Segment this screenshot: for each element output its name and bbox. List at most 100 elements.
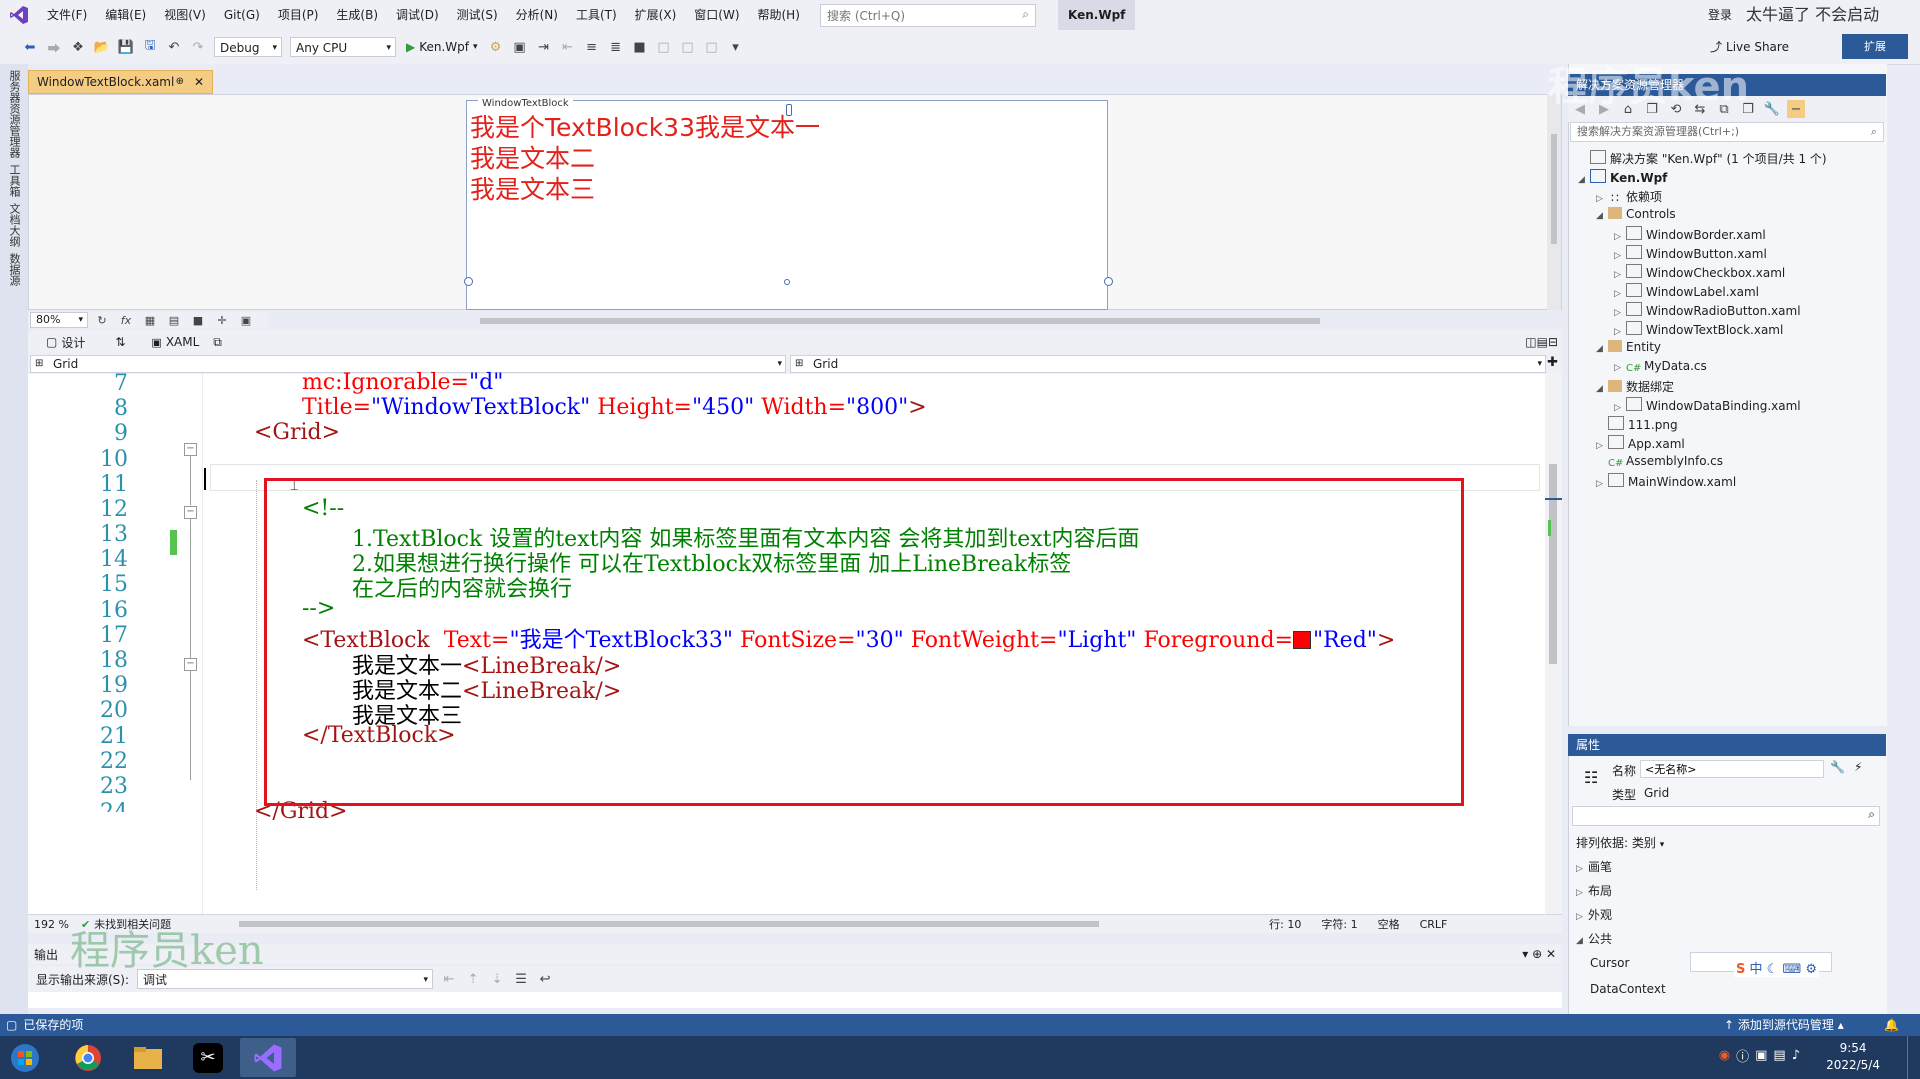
tab-data-sources[interactable]: 数据源 <box>6 253 22 286</box>
popout-icon[interactable]: ⧉ <box>213 335 222 350</box>
tree-item-project[interactable]: ◢ Ken.Wpf <box>1578 169 1667 185</box>
save-icon[interactable]: 💾 <box>117 38 135 56</box>
menu-view[interactable]: 视图(V) <box>155 0 215 30</box>
document-tab[interactable]: WindowTextBlock.xaml ⊕ ✕ <box>28 70 213 94</box>
tree-item-file[interactable]: ▷ WindowLabel.xaml <box>1614 283 1759 299</box>
prop-category[interactable]: ◢ 公共 <box>1576 930 1612 947</box>
redo-icon[interactable]: ↷ <box>189 38 207 56</box>
tree-item-file[interactable]: ▷ WindowButton.xaml <box>1614 245 1767 261</box>
menu-git[interactable]: Git(G) <box>215 0 269 30</box>
tab-server-explorer[interactable]: 服务器资源管理器 <box>6 70 22 158</box>
network-icon[interactable]: ▣ <box>1755 1048 1767 1063</box>
tree-item-folder[interactable]: ◢ Entity <box>1596 340 1661 354</box>
tree-item-file[interactable]: ▷ C# MyData.cs <box>1614 359 1707 375</box>
tab-toolbox[interactable]: 工具箱 <box>6 164 22 197</box>
tree-item-file[interactable]: ▷ MainWindow.xaml <box>1596 473 1736 489</box>
clear-bookmarks-icon[interactable]: □ <box>703 38 721 56</box>
extension-button[interactable]: 扩展 <box>1842 34 1908 59</box>
help-icon[interactable]: ⓘ <box>1736 1046 1749 1065</box>
clock[interactable]: 9:54 2022/5/4 <box>1826 1040 1880 1074</box>
clear-all-icon[interactable]: ☰ <box>512 970 530 988</box>
prop-category[interactable]: ▷ 外观 <box>1576 906 1612 923</box>
search-input[interactable]: 搜索 (Ctrl+Q) ⌕ <box>820 4 1036 27</box>
login-link[interactable]: 登录 <box>1708 0 1732 30</box>
menu-window[interactable]: 窗口(W) <box>685 0 748 30</box>
step-out-icon[interactable]: ⇤ <box>559 38 577 56</box>
collapse-all-icon[interactable]: − <box>1787 100 1805 118</box>
designer-zoom-select[interactable]: 80% ▾ <box>30 312 88 328</box>
step-icon[interactable]: ⇥ <box>535 38 553 56</box>
tree-item-file[interactable]: ▷ WindowBorder.xaml <box>1614 226 1766 242</box>
show-desktop-button[interactable] <box>1907 1036 1920 1079</box>
prop-category[interactable]: ▷ 画笔 <box>1576 858 1612 875</box>
tab-design[interactable]: 设计 <box>61 334 85 351</box>
taskbar-explorer[interactable] <box>120 1038 176 1077</box>
menu-tools[interactable]: 工具(T) <box>567 0 626 30</box>
display-icon[interactable]: ▤ <box>1773 1048 1785 1063</box>
resize-handle[interactable] <box>786 104 792 116</box>
snap-grid-icon[interactable]: ▤ <box>165 311 183 329</box>
hot-reload-icon[interactable]: ⚙ <box>487 38 505 56</box>
tree-item-file[interactable]: ▷ WindowDataBinding.xaml <box>1614 397 1801 413</box>
tree-item-dependencies[interactable]: ▷ ∷ 依赖项 <box>1596 188 1662 205</box>
fx-button[interactable]: fx <box>117 311 135 329</box>
properties-wrench-icon[interactable]: 🔧 <box>1763 100 1781 118</box>
new-project-icon[interactable]: ❖ <box>69 38 87 56</box>
notifications-icon[interactable]: 🔔 <box>1884 1014 1899 1036</box>
split-layout-icons[interactable]: ◫▤⊟ <box>1525 335 1558 349</box>
device-icon[interactable]: ▣ <box>237 311 255 329</box>
undo-icon[interactable]: ↶ <box>165 38 183 56</box>
element-member-select[interactable]: ⊞ Grid ▾ <box>790 355 1546 373</box>
tree-item-folder[interactable]: ◢ Controls <box>1596 207 1676 221</box>
output-text-area[interactable] <box>28 992 1562 1008</box>
menu-edit[interactable]: 编辑(E) <box>96 0 155 30</box>
refresh-icon[interactable]: ↻ <box>93 311 111 329</box>
tab-document-outline[interactable]: 文档大纲 <box>6 203 22 247</box>
menu-build[interactable]: 生成(B) <box>327 0 387 30</box>
taskbar-chrome[interactable] <box>60 1038 116 1077</box>
editor-zoom[interactable]: 192 % <box>34 918 69 931</box>
panel-controls-icon[interactable]: ▾ ⊕ ✕ <box>1522 947 1556 961</box>
menu-extensions[interactable]: 扩展(X) <box>626 0 686 30</box>
menu-analyze[interactable]: 分析(N) <box>507 0 567 30</box>
source-control-button[interactable]: ↑ 添加到源代码管理 ▴ <box>1724 1014 1844 1036</box>
next-message-icon[interactable]: ⇣ <box>488 970 506 988</box>
properties-search-input[interactable]: ⌕ <box>1572 806 1880 826</box>
events-lightning-icon[interactable]: ⚡ <box>1854 760 1862 774</box>
split-editor-icon[interactable]: ✚ <box>1547 355 1558 370</box>
sort-by-dropdown[interactable]: 排列依据: 类别 ▾ <box>1576 834 1664 851</box>
menu-file[interactable]: 文件(F) <box>38 0 96 30</box>
editor-vertical-scrollbar[interactable] <box>1545 374 1562 914</box>
bookmark-icon[interactable]: ■ <box>631 38 649 56</box>
designer-vertical-scrollbar[interactable] <box>1547 94 1561 310</box>
resize-handle[interactable] <box>464 277 473 286</box>
open-folder-icon[interactable]: 📂 <box>93 38 111 56</box>
screenshot-icon[interactable]: ▣ <box>511 38 529 56</box>
swap-panes-button[interactable]: ⇅ <box>115 335 125 349</box>
configuration-select[interactable]: Debug ▾ <box>214 37 282 57</box>
tree-item-solution[interactable]: 解决方案 "Ken.Wpf" (1 个项目/共 1 个) <box>1578 150 1827 167</box>
find-message-icon[interactable]: ⇤ <box>440 970 458 988</box>
snap-lines-icon[interactable]: ✛ <box>213 311 231 329</box>
ime-toolbar[interactable]: S 中 ☾ ⌨ ⚙ <box>1734 958 1820 977</box>
tree-item-folder[interactable]: ◢ 数据绑定 <box>1596 378 1674 395</box>
menu-project[interactable]: 项目(P) <box>269 0 328 30</box>
designer-horizontal-scrollbar[interactable] <box>480 318 1320 324</box>
prev-message-icon[interactable]: ⇡ <box>464 970 482 988</box>
tray-app-icon[interactable]: ◉ <box>1719 1048 1730 1063</box>
grid-icon[interactable]: ▦ <box>141 311 159 329</box>
menu-help[interactable]: 帮助(H) <box>749 0 809 30</box>
comment-icon[interactable]: ≡ <box>583 38 601 56</box>
solution-explorer-search[interactable]: 搜索解决方案资源管理器(Ctrl+;) ⌕ <box>1570 122 1884 142</box>
pin-icon[interactable]: ⊕ <box>176 71 184 93</box>
platform-select[interactable]: Any CPU ▾ <box>290 37 396 57</box>
start-button[interactable] <box>2 1038 48 1077</box>
tree-item-file[interactable]: ▷ WindowTextBlock.xaml <box>1614 321 1783 337</box>
scrollbar-thumb[interactable] <box>1551 134 1557 244</box>
tree-item-file[interactable]: ▷ App.xaml <box>1596 435 1685 451</box>
editor-horizontal-scrollbar[interactable] <box>239 921 1100 927</box>
eol-indicator[interactable]: CRLF <box>1420 918 1448 931</box>
toolbar-overflow-icon[interactable]: ▾ <box>727 38 745 56</box>
menu-debug[interactable]: 调试(D) <box>387 0 448 30</box>
prev-bookmark-icon[interactable]: □ <box>655 38 673 56</box>
